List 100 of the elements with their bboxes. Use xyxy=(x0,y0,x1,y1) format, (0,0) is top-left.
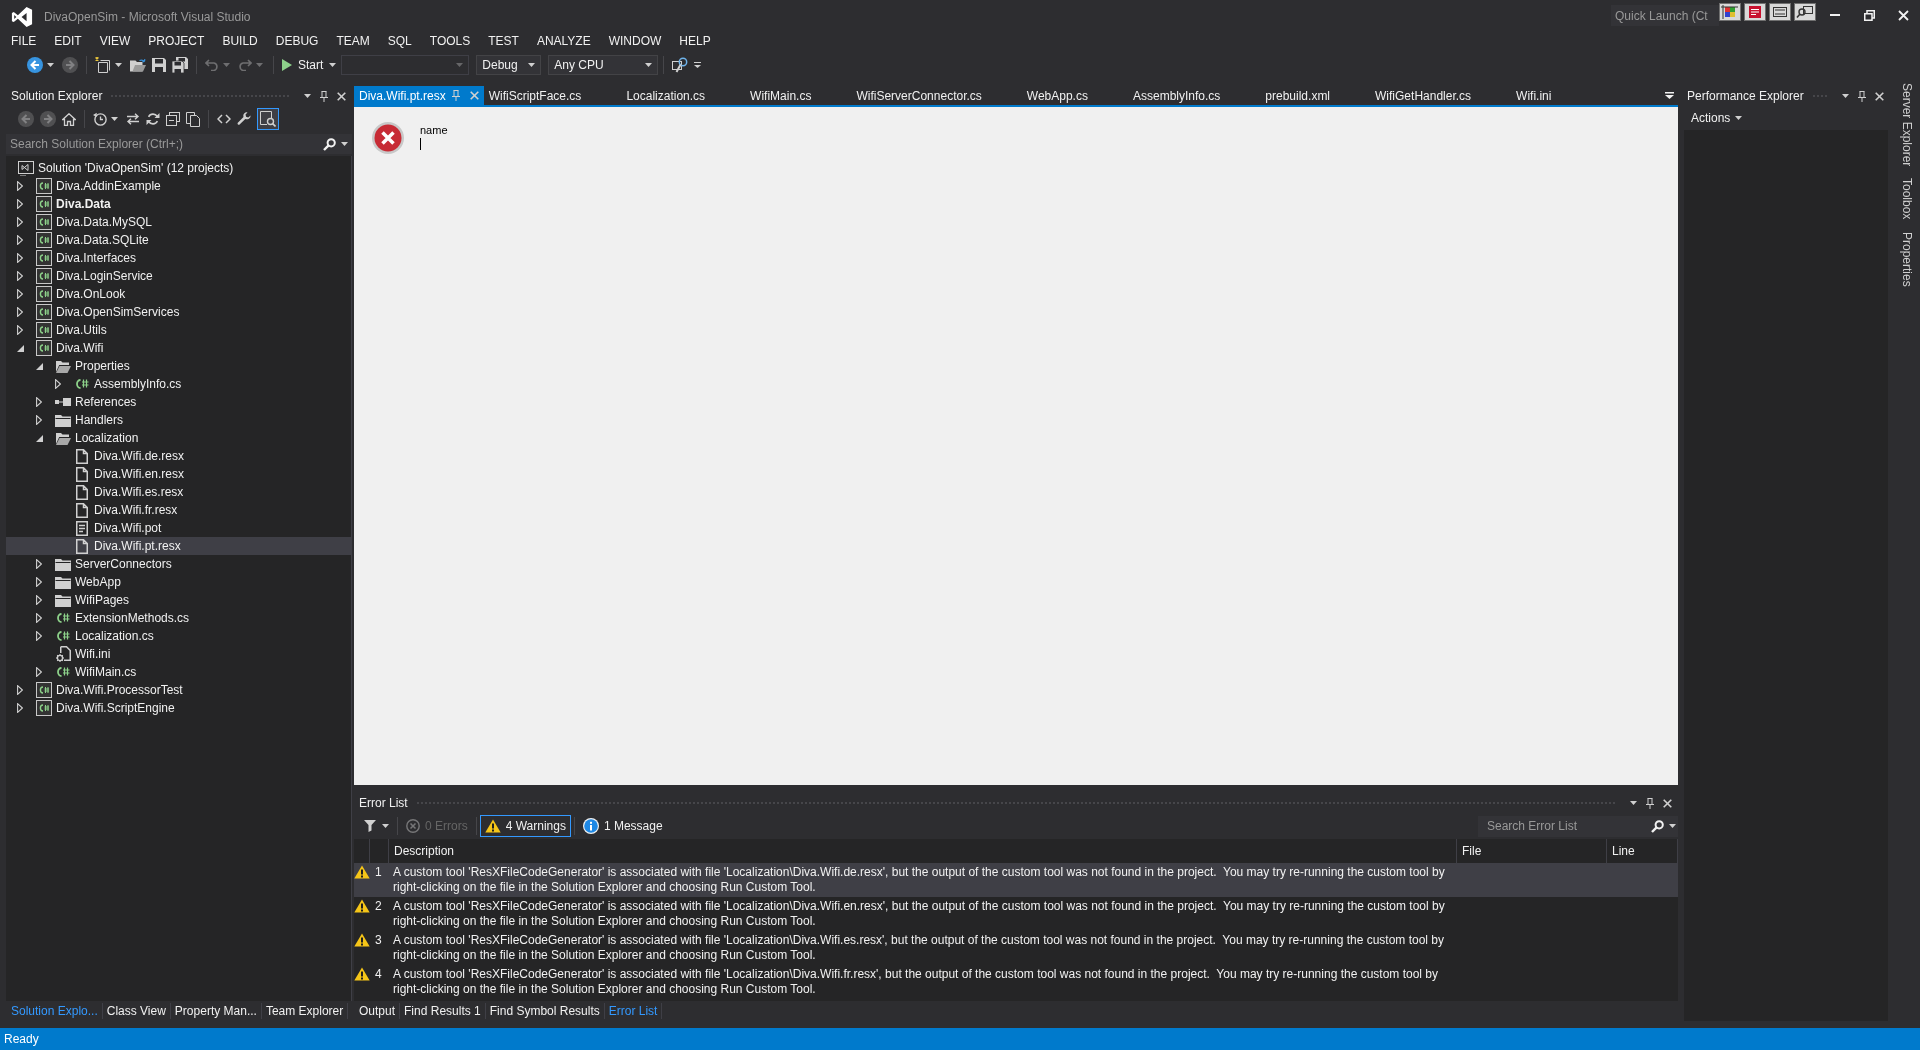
menu-item[interactable]: PROJECT xyxy=(139,30,214,52)
document-tab[interactable]: Localization.cs xyxy=(621,86,746,105)
search-icon[interactable] xyxy=(1651,819,1664,833)
search-field[interactable]: Search Error List xyxy=(1487,817,1651,835)
pin-icon[interactable] xyxy=(1858,90,1866,102)
quick-launch-field[interactable]: Quick Launch (Ct xyxy=(1611,5,1719,26)
tree-item[interactable]: Diva.Wifi xyxy=(6,339,351,357)
tree-item[interactable]: Diva.Data.SQLite xyxy=(6,231,351,249)
document-tab[interactable]: Wifi.ini xyxy=(1511,86,1592,105)
expander-icon[interactable] xyxy=(17,703,23,713)
side-tab[interactable]: Properties xyxy=(1899,231,1915,287)
tree-item[interactable]: ServerConnectors xyxy=(6,555,351,573)
expander-icon[interactable] xyxy=(36,667,42,677)
tree-item[interactable]: Diva.AddinExample xyxy=(6,177,351,195)
expander-icon[interactable] xyxy=(17,289,23,299)
caret-icon[interactable] xyxy=(115,63,122,67)
refresh-icon[interactable] xyxy=(146,112,160,126)
tree-item[interactable]: Diva.Utils xyxy=(6,321,351,339)
tree-item[interactable]: Diva.Wifi.pt.resx xyxy=(6,537,351,555)
expander-icon[interactable] xyxy=(36,577,42,587)
panel-tab[interactable]: Output xyxy=(355,1003,401,1019)
expander-icon[interactable] xyxy=(17,271,23,281)
dropdown[interactable]: Debug xyxy=(476,55,542,75)
menu-item[interactable]: EDIT xyxy=(45,30,91,52)
side-tab[interactable]: Toolbox xyxy=(1899,178,1915,220)
close-icon[interactable] xyxy=(1663,798,1672,808)
menu-item[interactable]: SQL xyxy=(378,30,421,52)
tree-item[interactable]: Diva.OnLook xyxy=(6,285,351,303)
document-tab[interactable]: WebApp.cs xyxy=(1021,86,1128,105)
tree-item[interactable]: Diva.Wifi.en.resx xyxy=(6,465,351,483)
expander-icon[interactable] xyxy=(17,325,23,335)
expander-icon[interactable] xyxy=(17,217,23,227)
panel-tab[interactable]: Find Results 1 xyxy=(400,1003,486,1019)
collapse-all-icon[interactable] xyxy=(166,112,180,126)
menu-item[interactable]: DEBUG xyxy=(266,30,328,52)
menu-item[interactable]: HELP xyxy=(670,30,720,52)
find-icon[interactable] xyxy=(672,57,689,73)
menu-item[interactable]: BUILD xyxy=(213,30,267,52)
back-icon[interactable] xyxy=(27,57,43,73)
tree-item[interactable]: WebApp xyxy=(6,573,351,591)
tree-item[interactable]: Diva.Wifi.es.resx xyxy=(6,483,351,501)
color-grid-icon[interactable] xyxy=(1719,3,1741,21)
expander-icon[interactable] xyxy=(36,559,42,569)
pin-icon[interactable] xyxy=(1646,797,1654,809)
start-button[interactable]: Start xyxy=(279,54,340,76)
tree-item[interactable]: Localization xyxy=(6,429,351,447)
menu-item[interactable]: ANALYZE xyxy=(527,30,600,52)
tree-item[interactable]: WifiMain.cs xyxy=(6,663,351,681)
tree-item[interactable]: Diva.OpenSimServices xyxy=(6,303,351,321)
dropdown-icon[interactable] xyxy=(1842,94,1849,98)
search-box[interactable]: Search Error List xyxy=(1478,815,1678,837)
dropdown-icon[interactable] xyxy=(1630,801,1637,805)
menu-item[interactable]: TOOLS xyxy=(420,30,480,52)
code-icon[interactable] xyxy=(217,114,231,124)
tree-item[interactable]: Properties xyxy=(6,357,351,375)
tree-item[interactable]: Diva.Wifi.ProcessorTest xyxy=(6,681,351,699)
save-all-icon[interactable] xyxy=(172,57,188,73)
panel-tab[interactable]: Find Symbol Results xyxy=(485,1003,605,1019)
document-tab[interactable]: WifiMain.cs xyxy=(745,86,852,105)
panel-tab[interactable]: Team Explorer xyxy=(261,1003,349,1019)
window-icon[interactable] xyxy=(1769,3,1791,21)
actions-menu[interactable]: Actions xyxy=(1691,111,1743,125)
search-box[interactable]: Search Solution Explorer (Ctrl+;) xyxy=(6,134,352,154)
tree-item[interactable]: Diva.Interfaces xyxy=(6,249,351,267)
tree-item[interactable]: Solution 'DivaOpenSim' (12 projects) xyxy=(6,159,351,177)
close-icon[interactable] xyxy=(337,91,346,101)
expander-icon[interactable] xyxy=(55,379,61,389)
dropdown[interactable]: Any CPU xyxy=(548,55,659,75)
filter-icon[interactable] xyxy=(364,820,376,832)
filter-button[interactable]: 4 Warnings xyxy=(479,815,571,837)
panel-tab[interactable]: Error List xyxy=(604,1003,663,1019)
tree-item[interactable]: References xyxy=(6,393,351,411)
sync-icon[interactable] xyxy=(126,113,140,125)
magnifier-icon[interactable] xyxy=(1794,3,1816,21)
tab-list-icon[interactable] xyxy=(1665,92,1674,99)
pages-icon[interactable] xyxy=(186,111,200,127)
menu-item[interactable]: TEAM xyxy=(327,30,379,52)
document-tab[interactable]: WifiGetHandler.cs xyxy=(1370,86,1512,105)
open-folder-icon[interactable] xyxy=(130,58,146,72)
expander-icon[interactable] xyxy=(17,685,23,695)
preview-icon[interactable] xyxy=(257,108,279,130)
panel-tab[interactable]: Property Man... xyxy=(170,1003,262,1019)
expander-icon[interactable] xyxy=(35,434,43,442)
expander-icon[interactable] xyxy=(16,344,24,352)
tree-item[interactable]: Diva.Wifi.fr.resx xyxy=(6,501,351,519)
tree-item[interactable]: Diva.Wifi.de.resx xyxy=(6,447,351,465)
history-icon[interactable] xyxy=(93,112,107,126)
tree-item[interactable]: Handlers xyxy=(6,411,351,429)
menu-item[interactable]: VIEW xyxy=(90,30,140,52)
expander-icon[interactable] xyxy=(17,253,23,263)
side-tab[interactable]: Server Explorer xyxy=(1899,83,1915,167)
menu-item[interactable]: TEST xyxy=(479,30,528,52)
caret-icon[interactable] xyxy=(1669,824,1676,828)
panel-tab[interactable]: Class View xyxy=(102,1003,171,1019)
expander-icon[interactable] xyxy=(36,415,42,425)
expander-icon[interactable] xyxy=(17,181,23,191)
tree-item[interactable]: AssemblyInfo.cs xyxy=(6,375,351,393)
menu-item[interactable]: WINDOW xyxy=(599,30,671,52)
tree-item[interactable]: Diva.LoginService xyxy=(6,267,351,285)
document-tab[interactable]: AssemblyInfo.cs xyxy=(1127,86,1261,105)
